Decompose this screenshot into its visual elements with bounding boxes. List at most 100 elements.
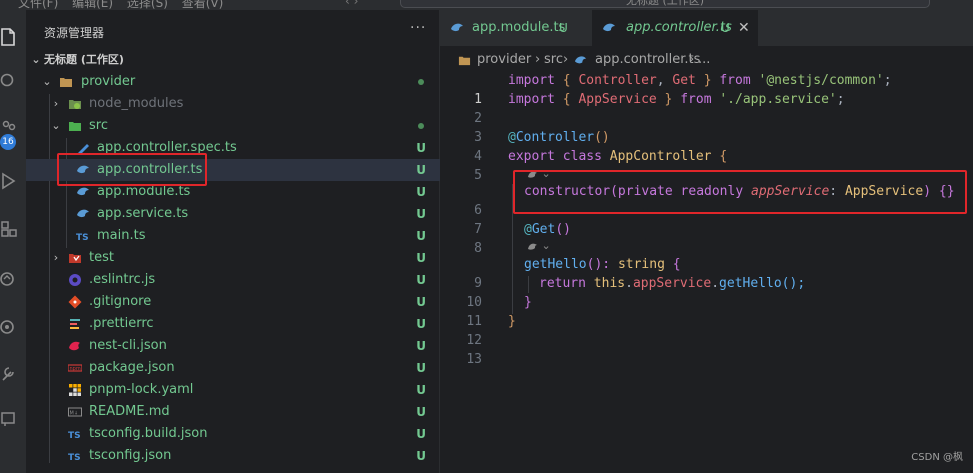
git-status-untracked: U bbox=[416, 339, 426, 353]
git-status-untracked: U bbox=[416, 383, 426, 397]
breadcrumb-src[interactable]: src bbox=[544, 50, 563, 70]
menu-edit[interactable]: 编辑(E) bbox=[72, 0, 113, 10]
code-line[interactable]: 12 } bbox=[440, 312, 973, 348]
more-actions-icon[interactable]: ··· bbox=[410, 20, 426, 36]
prettier-icon bbox=[70, 319, 80, 329]
menu-bar: 文件(F) 编辑(E) 选择(S) 查看(V) ‹ › 无标题 (工作区) bbox=[0, 0, 973, 10]
token: import bbox=[508, 92, 555, 107]
code-line[interactable]: 11 } bbox=[440, 293, 973, 329]
code-text: @Get() bbox=[524, 220, 571, 239]
close-icon[interactable]: ✕ bbox=[738, 10, 750, 46]
token: () bbox=[594, 130, 610, 145]
code-line[interactable]: 3 bbox=[440, 109, 973, 145]
tree-folder-provider[interactable]: ⌄ provider bbox=[26, 71, 440, 93]
codelens-hint[interactable]: ⌄ bbox=[526, 239, 551, 253]
tree-folder-node-modules[interactable]: › node_modules bbox=[26, 93, 440, 115]
highlight-box bbox=[57, 153, 207, 186]
code-text: return this.appService.getHello(); bbox=[539, 274, 805, 293]
tree-label: .prettierrc bbox=[89, 316, 154, 331]
code-line[interactable]: 2 import { AppService } from './app.serv… bbox=[440, 90, 973, 126]
tree-file-tsconfig-build[interactable]: TS tsconfig.build.json U bbox=[26, 423, 440, 445]
folder-open-icon bbox=[60, 78, 72, 87]
git-status-untracked: U bbox=[416, 251, 426, 265]
src-folder-icon bbox=[69, 122, 81, 131]
tab-app-controller[interactable]: app.controller.ts U ✕ bbox=[592, 10, 758, 46]
tree-file-prettierrc[interactable]: .prettierrc U bbox=[26, 313, 440, 335]
token: Get bbox=[531, 222, 556, 237]
git-status-untracked: U bbox=[416, 361, 426, 375]
code-line[interactable]: 13 bbox=[440, 331, 973, 367]
tree-file-pnpm-lock[interactable]: pnpm-lock.yaml U bbox=[26, 379, 440, 401]
menu-view[interactable]: 查看(V) bbox=[182, 0, 224, 10]
breadcrumb-file[interactable]: app.controller.ts bbox=[595, 50, 700, 70]
git-status-untracked: U bbox=[416, 229, 426, 243]
menu-selection[interactable]: 选择(S) bbox=[127, 0, 168, 10]
token: . bbox=[625, 276, 633, 291]
remote-explorer-icon[interactable] bbox=[0, 268, 18, 290]
tree-label: provider bbox=[81, 74, 136, 89]
timeline-icon[interactable] bbox=[0, 316, 18, 338]
breadcrumb-symbol[interactable]: ... bbox=[698, 50, 710, 70]
token: class bbox=[562, 149, 602, 164]
token: } bbox=[508, 314, 516, 329]
code-line[interactable]: 1 import { Controller, Get } from '@nest… bbox=[440, 71, 973, 107]
nest-controller-icon bbox=[603, 23, 615, 32]
code-text: } bbox=[524, 293, 532, 312]
breadcrumb: provider › src › app.controller.ts › ... bbox=[440, 50, 973, 70]
tools-icon[interactable] bbox=[0, 362, 18, 384]
tree-label: nest-cli.json bbox=[89, 338, 167, 353]
tree-file-eslintrc[interactable]: .eslintrc.js U bbox=[26, 269, 440, 291]
explorer-icon[interactable] bbox=[0, 26, 18, 48]
code-line[interactable]: 4 @Controller() bbox=[440, 128, 973, 164]
menu-file[interactable]: 文件(F) bbox=[18, 0, 58, 10]
breadcrumb-separator: › bbox=[563, 52, 569, 67]
tree-file-nest-cli[interactable]: nest-cli.json U bbox=[26, 335, 440, 357]
highlight-box bbox=[513, 170, 967, 214]
editor-tabs: app.module.ts U app.controller.ts U ✕ bbox=[440, 10, 973, 46]
workspace-header[interactable]: ⌄ 无标题 (工作区) bbox=[26, 49, 440, 71]
token: getHello bbox=[524, 257, 587, 272]
token: , bbox=[656, 73, 673, 88]
token: { bbox=[664, 257, 681, 272]
code-text: import { Controller, Get } from '@nestjs… bbox=[508, 71, 892, 90]
tree-file-package-json[interactable]: npm package.json U bbox=[26, 357, 440, 379]
token: AppService bbox=[578, 92, 657, 107]
search-icon[interactable] bbox=[0, 70, 18, 92]
tree-file-readme[interactable]: M↓ README.md U bbox=[26, 401, 440, 423]
breadcrumb-separator: › bbox=[535, 52, 541, 67]
tree-label: package.json bbox=[89, 360, 175, 375]
code-line[interactable]: 10 return this.appService.getHello(); bbox=[440, 274, 973, 310]
nav-arrows[interactable]: ‹ › bbox=[345, 0, 358, 8]
breadcrumb-provider[interactable]: provider bbox=[477, 50, 531, 70]
tsconfig-icon: TS bbox=[68, 453, 81, 463]
tsconfig-icon: TS bbox=[68, 431, 81, 441]
token: import bbox=[508, 73, 555, 88]
code-line[interactable]: 9 getHello(): string { bbox=[440, 255, 973, 291]
command-center[interactable]: 无标题 (工作区) bbox=[400, 0, 930, 8]
tree-label: .gitignore bbox=[89, 294, 152, 309]
token: } bbox=[656, 92, 681, 107]
tree-file-app-service[interactable]: app.service.ts U bbox=[26, 203, 440, 225]
run-debug-icon[interactable] bbox=[0, 170, 18, 192]
svg-text:npm: npm bbox=[70, 366, 81, 372]
tab-app-module[interactable]: app.module.ts U bbox=[440, 10, 590, 46]
svg-text:TS: TS bbox=[68, 453, 81, 463]
tree-label: node_modules bbox=[89, 96, 184, 111]
extensions-icon[interactable] bbox=[0, 218, 18, 240]
tree-folder-src[interactable]: ⌄ src bbox=[26, 115, 440, 137]
tree-file-gitignore[interactable]: .gitignore U bbox=[26, 291, 440, 313]
code-text: import { AppService } from './app.servic… bbox=[508, 90, 845, 109]
token: export bbox=[508, 149, 555, 164]
svg-text:M↓: M↓ bbox=[70, 411, 79, 417]
code-line[interactable]: 8 @Get() bbox=[440, 220, 973, 256]
tree-folder-test[interactable]: › test U bbox=[26, 247, 440, 269]
indent-guide bbox=[528, 276, 529, 293]
chevron-right-icon: › bbox=[53, 251, 59, 264]
chat-icon[interactable] bbox=[0, 408, 18, 430]
code-line[interactable]: 5 export class AppController { bbox=[440, 147, 973, 183]
tree-file-tsconfig[interactable]: TS tsconfig.json U bbox=[26, 445, 440, 467]
tree-file-main[interactable]: TS main.ts U bbox=[26, 225, 440, 247]
eslint-icon bbox=[69, 274, 81, 286]
token: @ bbox=[524, 222, 532, 237]
